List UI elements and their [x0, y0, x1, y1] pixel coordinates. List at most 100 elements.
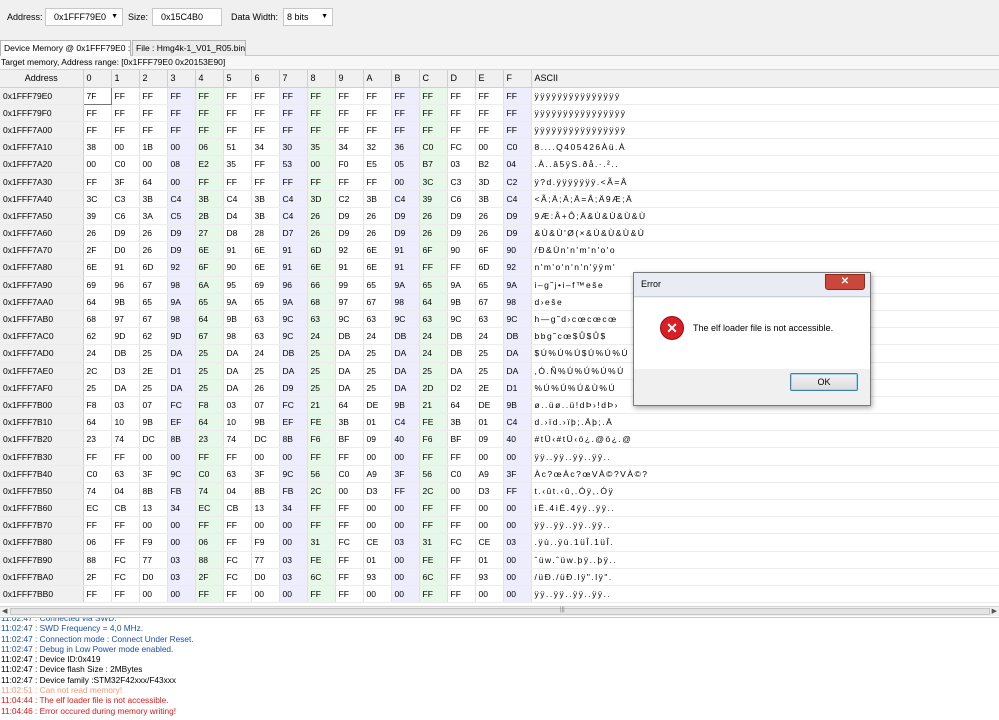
hex-cell[interactable]: 26: [307, 224, 336, 243]
hex-cell[interactable]: 63: [475, 310, 504, 329]
hex-cell[interactable]: FF: [195, 104, 224, 122]
hex-cell[interactable]: 67: [475, 293, 504, 311]
hex-cell[interactable]: 00: [279, 516, 308, 535]
hex-cell[interactable]: C0: [195, 465, 224, 483]
hex-cell[interactable]: CE: [363, 533, 392, 552]
table-row[interactable]: 0x1FFF7BA0 2F FC D0 03 2F FC D0 03 6C FF 93 00 6C FF 93…: [0, 568, 999, 586]
hex-cell[interactable]: FF: [363, 104, 392, 122]
hex-cell[interactable]: DB: [447, 344, 476, 363]
hex-cell[interactable]: 24: [419, 344, 448, 363]
hex-cell[interactable]: DA: [503, 344, 532, 363]
hex-cell[interactable]: FF: [307, 172, 336, 191]
hex-cell[interactable]: FF: [419, 87, 448, 105]
hex-cell[interactable]: 93: [475, 568, 504, 586]
hex-cell[interactable]: 9C: [279, 465, 308, 483]
hex-cell[interactable]: 3F: [391, 465, 420, 483]
hex-cell[interactable]: FF: [279, 121, 308, 140]
hex-cell[interactable]: CE: [475, 533, 504, 552]
hex-cell[interactable]: 00: [167, 516, 196, 535]
hex-cell[interactable]: FF: [503, 482, 532, 501]
table-row[interactable]: 0x1FFF7B60 EC CB 13 34 EC CB 13 34 FF FF 00 00 FF FF 00…: [0, 499, 999, 518]
hex-cell[interactable]: 6C: [307, 568, 336, 586]
column-header[interactable]: B: [391, 70, 420, 88]
hex-cell[interactable]: C0: [83, 465, 112, 483]
hex-cell[interactable]: 6E: [363, 241, 392, 260]
hex-cell[interactable]: 63: [223, 465, 252, 483]
hex-cell[interactable]: 2D: [419, 379, 448, 397]
hex-cell[interactable]: 96: [279, 276, 308, 294]
hex-cell[interactable]: FF: [335, 551, 364, 569]
hex-cell[interactable]: 64: [83, 293, 112, 311]
hex-cell[interactable]: FF: [251, 104, 280, 122]
chevron-down-icon[interactable]: ▼: [321, 9, 328, 25]
hex-cell[interactable]: FF: [419, 121, 448, 140]
hex-cell[interactable]: 2E: [475, 379, 504, 397]
hex-cell[interactable]: 77: [251, 551, 280, 569]
hex-cell[interactable]: FF: [335, 172, 364, 191]
tab-device-memory[interactable]: Device Memory @ 0x1FFF79E0 :: [0, 40, 131, 57]
hex-cell[interactable]: FC: [447, 533, 476, 552]
hex-cell[interactable]: 00: [503, 585, 532, 604]
hex-cell[interactable]: 9D: [167, 327, 196, 346]
scroll-right-icon[interactable]: ▶: [992, 607, 997, 616]
hex-cell[interactable]: 63: [111, 465, 140, 483]
hex-cell[interactable]: 00: [363, 516, 392, 535]
hex-cell[interactable]: C4: [503, 190, 532, 208]
hex-cell[interactable]: DA: [391, 379, 420, 397]
hex-cell[interactable]: 10: [223, 413, 252, 432]
hex-cell[interactable]: FF: [195, 172, 224, 191]
hex-cell[interactable]: 25: [363, 379, 392, 397]
hex-cell[interactable]: C4: [167, 190, 196, 208]
hex-cell[interactable]: 39: [419, 190, 448, 208]
ascii-cell[interactable]: #tÜ‹#tÜ‹ö¿.@ö¿.@: [531, 430, 999, 449]
hex-cell[interactable]: 3A: [139, 207, 168, 226]
hex-cell[interactable]: 9B: [503, 396, 532, 415]
hex-cell[interactable]: 06: [83, 533, 112, 552]
hex-cell[interactable]: F8: [195, 396, 224, 415]
hex-cell[interactable]: 56: [307, 465, 336, 483]
hex-cell[interactable]: 74: [111, 430, 140, 449]
hex-cell[interactable]: 68: [83, 310, 112, 329]
hex-cell[interactable]: 09: [475, 430, 504, 449]
hex-cell[interactable]: 00: [475, 447, 504, 466]
hex-cell[interactable]: 25: [195, 362, 224, 380]
close-icon[interactable]: ✕: [825, 274, 865, 290]
hex-cell[interactable]: DA: [167, 379, 196, 397]
hex-cell[interactable]: 38: [83, 138, 112, 157]
hex-cell[interactable]: 2F: [195, 568, 224, 586]
hex-cell[interactable]: 65: [363, 276, 392, 294]
hex-cell[interactable]: D9: [503, 207, 532, 226]
ascii-cell[interactable]: ÿÿ..ÿÿ..ÿÿ..ÿÿ..: [531, 447, 999, 466]
hex-cell[interactable]: 06: [195, 533, 224, 552]
hex-cell[interactable]: 3D: [307, 190, 336, 208]
hex-cell[interactable]: F6: [419, 430, 448, 449]
hex-cell[interactable]: FF: [251, 121, 280, 140]
hex-cell[interactable]: FF: [447, 499, 476, 518]
hex-cell[interactable]: C0: [503, 138, 532, 157]
hex-cell[interactable]: FC: [223, 568, 252, 586]
hex-cell[interactable]: 92: [503, 258, 532, 277]
hex-cell[interactable]: DB: [391, 327, 420, 346]
hex-cell[interactable]: 00: [391, 585, 420, 604]
hex-cell[interactable]: F8: [83, 396, 112, 415]
hex-cell[interactable]: 00: [391, 516, 420, 535]
hex-cell[interactable]: 63: [363, 310, 392, 329]
hex-cell[interactable]: 3B: [447, 413, 476, 432]
hex-cell[interactable]: FF: [307, 121, 336, 140]
table-row[interactable]: 0x1FFF7B40 C0 63 3F 9C C0 63 3F 9C 56 C0 A9 3F 56 C0 A9…: [0, 465, 999, 483]
hex-cell[interactable]: 26: [475, 207, 504, 226]
hex-cell[interactable]: 26: [419, 224, 448, 243]
hex-cell[interactable]: 08: [167, 155, 196, 174]
hex-cell[interactable]: 35: [223, 155, 252, 174]
hex-cell[interactable]: DA: [391, 362, 420, 380]
hex-cell[interactable]: DC: [251, 430, 280, 449]
hex-cell[interactable]: DE: [363, 396, 392, 415]
hex-cell[interactable]: 9A: [279, 293, 308, 311]
hex-cell[interactable]: FF: [167, 121, 196, 140]
table-row[interactable]: 0x1FFF7A10 38 00 1B 00 06 51 34 30 35 34 32 36 C0 FC 00…: [0, 138, 999, 157]
ascii-cell[interactable]: ìË.4ìË.4ÿÿ..ÿÿ..: [531, 499, 999, 518]
hex-cell[interactable]: 00: [475, 516, 504, 535]
hex-cell[interactable]: 97: [335, 293, 364, 311]
hex-cell[interactable]: C6: [111, 207, 140, 226]
hex-cell[interactable]: D3: [111, 362, 140, 380]
